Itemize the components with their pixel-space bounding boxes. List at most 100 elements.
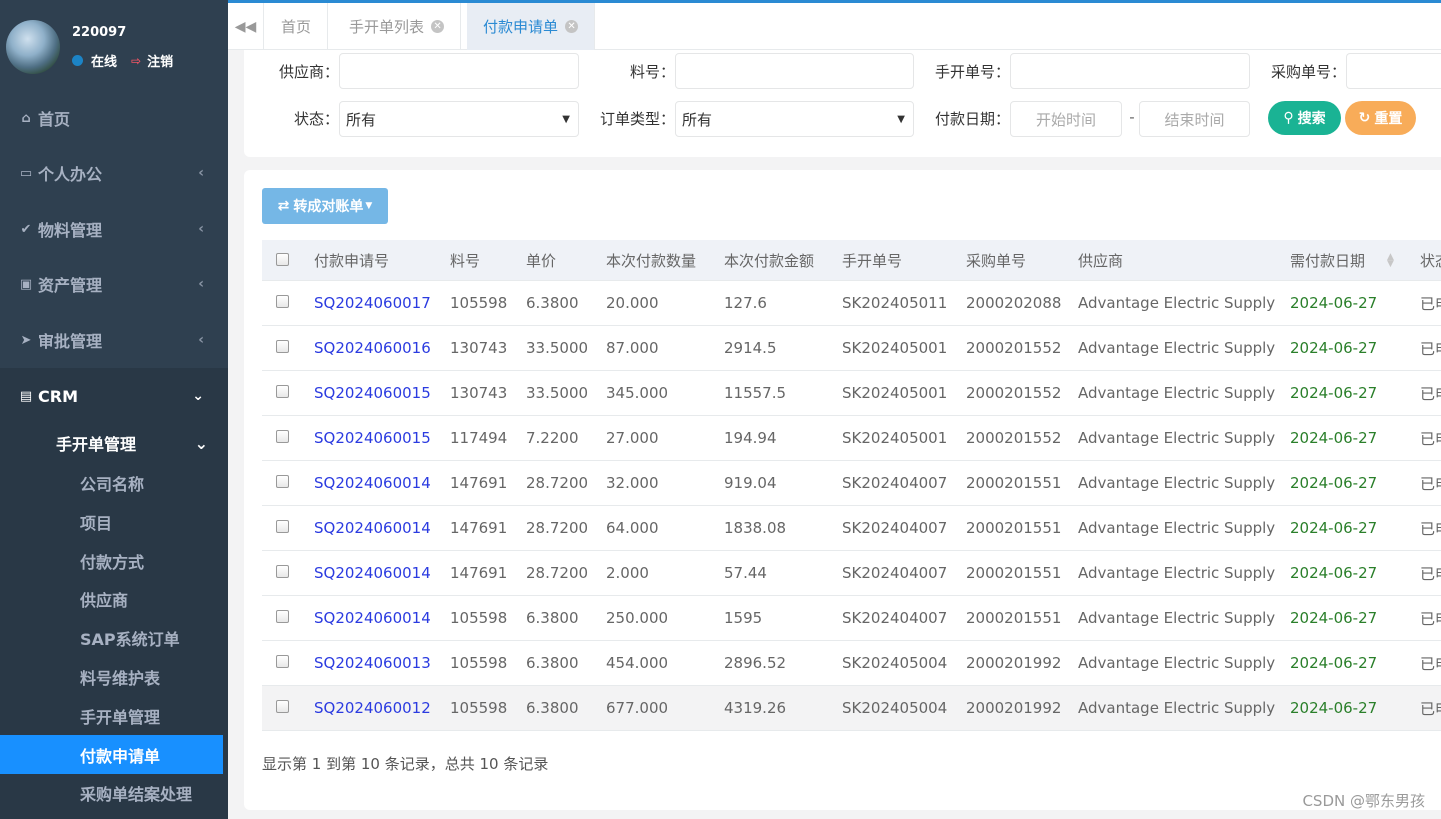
convert-to-statement-button[interactable]: ⇄ 转成对账单 ▼ (262, 188, 388, 224)
row-checkbox[interactable] (276, 655, 289, 668)
column-header[interactable]: 本次付款金额 (724, 240, 814, 281)
start-date-input[interactable]: 开始时间 (1010, 101, 1122, 137)
column-header[interactable]: 本次付款数量 (606, 240, 696, 281)
manual-order-no-cell: SK202405001 (842, 429, 948, 447)
table-row[interactable]: SQ2024060013 105598 6.3800 454.000 2896.52 SK… (262, 641, 1441, 686)
part-number-cell: 105598 (450, 294, 508, 312)
sidebar-group-manual-order[interactable]: 手开单管理 ⌄ (56, 428, 228, 458)
payment-request-no-cell[interactable]: SQ2024060014 (314, 551, 431, 595)
part-number-cell: 147691 (450, 564, 508, 582)
supplier-input[interactable] (339, 53, 579, 89)
sidebar-item-sap-orders[interactable]: SAP系统订单 (0, 618, 223, 657)
table-row[interactable]: SQ2024060017 105598 6.3800 20.000 127.6 SK202… (262, 281, 1441, 326)
row-checkbox[interactable] (276, 295, 289, 308)
table-row[interactable]: SQ2024060014 147691 28.7200 64.000 1838.08 SK… (262, 506, 1441, 551)
chevron-left-icon: ‹ (198, 332, 204, 348)
sidebar-item-supplier[interactable]: 供应商 (0, 579, 223, 618)
sort-icon[interactable]: ▲ ▼ (1387, 252, 1394, 268)
table-row[interactable]: SQ2024060014 147691 28.7200 32.000 919.04 SK2… (262, 461, 1441, 506)
sidebar-item-material[interactable]: ✔ 物料管理 ‹ (0, 209, 228, 249)
table-panel: ⇄ 转成对账单 ▼ 付款申请号 料号 单价 本次付款数量 本次付款金额 手开单号… (244, 170, 1441, 810)
tab-home[interactable]: 首页 (265, 3, 329, 50)
tab-payment-request[interactable]: 付款申请单 ✕ (467, 3, 596, 50)
row-checkbox[interactable] (276, 475, 289, 488)
logout-link[interactable]: 注销 (147, 51, 173, 70)
row-checkbox[interactable] (276, 700, 289, 713)
payment-request-no-cell[interactable]: SQ2024060015 (314, 416, 431, 460)
reset-button[interactable]: ↻ 重置 (1345, 101, 1416, 135)
payment-request-no-cell[interactable]: SQ2024060014 (314, 506, 431, 550)
end-date-input[interactable]: 结束时间 (1139, 101, 1250, 137)
row-checkbox[interactable] (276, 430, 289, 443)
sidebar-item-approval[interactable]: ➤ 审批管理 ‹ (0, 320, 228, 360)
supplier-cell: Advantage Electric Supply (1078, 654, 1276, 672)
column-header-sortable[interactable]: 需付款日期 ▲ ▼ (1290, 240, 1394, 281)
row-checkbox[interactable] (276, 610, 289, 623)
payment-request-no-cell[interactable]: SQ2024060017 (314, 281, 431, 325)
payment-request-no-cell[interactable]: SQ2024060014 (314, 596, 431, 640)
table-row[interactable]: SQ2024060016 130743 33.5000 87.000 2914.5 SK2… (262, 326, 1441, 371)
status-cell: 已申 (1420, 429, 1441, 448)
tab-bar: ◀◀ 首页 手开单列表 ✕ 付款申请单 ✕ (228, 0, 1441, 50)
sidebar-item-po-closing[interactable]: 采购单结案处理 (0, 773, 223, 812)
table-header: 付款申请号 料号 单价 本次付款数量 本次付款金额 手开单号 采购单号 供应商 … (262, 240, 1441, 281)
column-header[interactable]: 手开单号 (842, 240, 902, 281)
sidebar-item-assets[interactable]: ▣ 资产管理 ‹ (0, 264, 228, 304)
table-row[interactable]: SQ2024060015 117494 7.2200 27.000 194.94 SK20… (262, 416, 1441, 461)
manual-order-no-cell: SK202404007 (842, 564, 948, 582)
search-form: 供应商： 料号： 手开单号： 采购单号： 状态： 所有 ▼ 订单类型： 所有 ▼… (244, 50, 1441, 157)
tab-scroll-left-button[interactable]: ◀◀ (228, 3, 264, 50)
payment-quantity-cell: 345.000 (606, 384, 669, 402)
search-button[interactable]: ⚲ 搜索 (1268, 101, 1341, 135)
sidebar-item-label: 资产管理 (38, 276, 103, 295)
tab-label: 首页 (281, 18, 312, 36)
order-type-select[interactable]: 所有 ▼ (675, 101, 914, 137)
payment-request-no-cell[interactable]: SQ2024060014 (314, 461, 431, 505)
payment-request-no-cell[interactable]: SQ2024060012 (314, 686, 431, 730)
sidebar-item-home[interactable]: ⌂ 首页 (0, 98, 228, 138)
sidebar-item-company-name[interactable]: 公司名称 (0, 463, 223, 502)
select-all-checkbox[interactable] (276, 253, 289, 266)
watermark: CSDN @鄂东男孩 (1302, 792, 1425, 810)
unit-price-cell: 28.7200 (526, 564, 589, 582)
table-row[interactable]: SQ2024060014 105598 6.3800 250.000 1595 SK202… (262, 596, 1441, 641)
supplier-cell: Advantage Electric Supply (1078, 519, 1276, 537)
manual-order-no-input[interactable] (1010, 53, 1250, 89)
due-date-cell: 2024-06-27 (1290, 429, 1378, 447)
sidebar-item-crm[interactable]: ▤ CRM ⌄ (0, 376, 228, 416)
row-checkbox[interactable] (276, 385, 289, 398)
status-select[interactable]: 所有 ▼ (339, 101, 579, 137)
payment-quantity-cell: 27.000 (606, 429, 659, 447)
logout-icon[interactable]: ⇨ (131, 54, 141, 68)
column-header[interactable]: 供应商 (1078, 240, 1123, 281)
column-header[interactable]: 付款申请号 (314, 240, 389, 281)
row-checkbox[interactable] (276, 520, 289, 533)
sidebar-item-payment-request[interactable]: 付款申请单 (0, 735, 223, 774)
column-header[interactable]: 料号 (450, 240, 480, 281)
close-icon[interactable]: ✕ (565, 20, 579, 33)
po-number-input[interactable] (1346, 53, 1441, 89)
sidebar-item-part-maintenance[interactable]: 料号维护表 (0, 657, 223, 696)
row-checkbox[interactable] (276, 340, 289, 353)
due-date-cell: 2024-06-27 (1290, 564, 1378, 582)
table-row[interactable]: SQ2024060012 105598 6.3800 677.000 4319.26 SK… (262, 686, 1441, 731)
home-icon: ⌂ (21, 110, 31, 126)
column-header[interactable]: 单价 (526, 240, 556, 281)
avatar[interactable] (6, 20, 60, 74)
tab-manual-order-list[interactable]: 手开单列表 ✕ (333, 3, 462, 50)
row-checkbox[interactable] (276, 565, 289, 578)
column-header[interactable]: 状态 (1420, 240, 1441, 281)
part-number-cell: 130743 (450, 384, 508, 402)
payment-request-no-cell[interactable]: SQ2024060015 (314, 371, 431, 415)
sidebar-item-payment-method[interactable]: 付款方式 (0, 541, 223, 580)
sidebar-item-manual-order-mgmt[interactable]: 手开单管理 (0, 696, 223, 735)
close-icon[interactable]: ✕ (431, 20, 445, 33)
table-row[interactable]: SQ2024060014 147691 28.7200 2.000 57.44 SK202… (262, 551, 1441, 596)
table-row[interactable]: SQ2024060015 130743 33.5000 345.000 11557.5 S… (262, 371, 1441, 416)
part-number-input[interactable] (675, 53, 914, 89)
sidebar-item-project[interactable]: 项目 (0, 502, 223, 541)
sidebar-item-personal-office[interactable]: ▭ 个人办公 ‹ (0, 153, 228, 193)
payment-request-no-cell[interactable]: SQ2024060016 (314, 326, 431, 370)
column-header[interactable]: 采购单号 (966, 240, 1026, 281)
payment-request-no-cell[interactable]: SQ2024060013 (314, 641, 431, 685)
